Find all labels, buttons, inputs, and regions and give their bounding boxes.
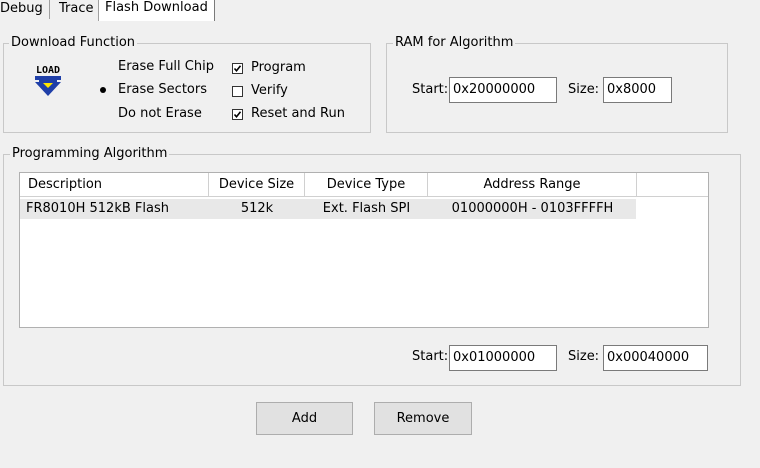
algorithm-size-label: Size: — [568, 349, 600, 364]
ram-for-algorithm-title: RAM for Algorithm — [393, 35, 516, 51]
radio-selected-icon — [98, 85, 108, 95]
checkbox-checked-icon — [232, 108, 243, 120]
radio-erase-sectors[interactable]: Erase Sectors — [98, 81, 207, 99]
table-row[interactable]: FR8010H 512kB Flash 512k Ext. Flash SPI … — [20, 199, 636, 219]
checkbox-verify[interactable]: Verify — [232, 82, 288, 100]
tab-trace[interactable]: Trace — [53, 0, 101, 19]
radio-icon — [98, 62, 108, 72]
cell-device-type: Ext. Flash SPI — [322, 201, 411, 216]
algorithm-start-input[interactable]: 0x01000000 — [449, 345, 557, 371]
radio-do-not-erase[interactable]: Do not Erase — [98, 105, 202, 123]
column-header-empty — [637, 173, 708, 197]
checkbox-label: Program — [251, 60, 306, 75]
algorithm-start-label: Start: — [412, 349, 449, 364]
checkbox-reset-and-run[interactable]: Reset and Run — [232, 105, 345, 123]
column-header-description[interactable]: Description — [20, 173, 209, 197]
checkbox-program[interactable]: Program — [232, 59, 306, 77]
algorithm-size-input[interactable]: 0x00040000 — [603, 345, 708, 371]
load-icon-text: LOAD — [36, 65, 60, 76]
programming-algorithm-title: Programming Algorithm — [10, 146, 170, 162]
checkbox-label: Verify — [251, 83, 288, 98]
load-icon: LOAD — [31, 62, 65, 96]
column-header-device-size[interactable]: Device Size — [209, 173, 305, 197]
remove-button[interactable]: Remove — [374, 402, 472, 435]
ram-size-input[interactable]: 0x8000 — [603, 77, 672, 103]
column-header-device-type[interactable]: Device Type — [305, 173, 428, 197]
radio-label: Erase Sectors — [118, 82, 207, 97]
checkbox-icon — [232, 85, 243, 97]
ram-start-input[interactable]: 0x20000000 — [449, 77, 557, 103]
radio-erase-full-chip[interactable]: Erase Full Chip — [98, 58, 214, 76]
tab-strip: Debug Trace Flash Download — [0, 0, 760, 21]
download-function-title: Download Function — [9, 35, 138, 51]
checkbox-checked-icon — [232, 62, 243, 74]
tab-debug[interactable]: Debug — [0, 0, 50, 19]
cell-description: FR8010H 512kB Flash — [26, 201, 169, 216]
tab-flash-download[interactable]: Flash Download — [98, 0, 215, 21]
ram-start-label: Start: — [412, 82, 449, 97]
algorithm-list[interactable]: Description Device Size Device Type Addr… — [19, 172, 709, 328]
checkbox-label: Reset and Run — [251, 106, 345, 121]
add-button[interactable]: Add — [256, 402, 353, 435]
ram-size-label: Size: — [568, 82, 600, 97]
radio-label: Do not Erase — [118, 106, 202, 121]
cell-address-range: 01000000H - 0103FFFFH — [451, 201, 614, 216]
column-header-address-range[interactable]: Address Range — [428, 173, 637, 197]
cell-device-size: 512k — [240, 201, 274, 216]
radio-label: Erase Full Chip — [118, 59, 214, 74]
radio-icon — [98, 109, 108, 119]
